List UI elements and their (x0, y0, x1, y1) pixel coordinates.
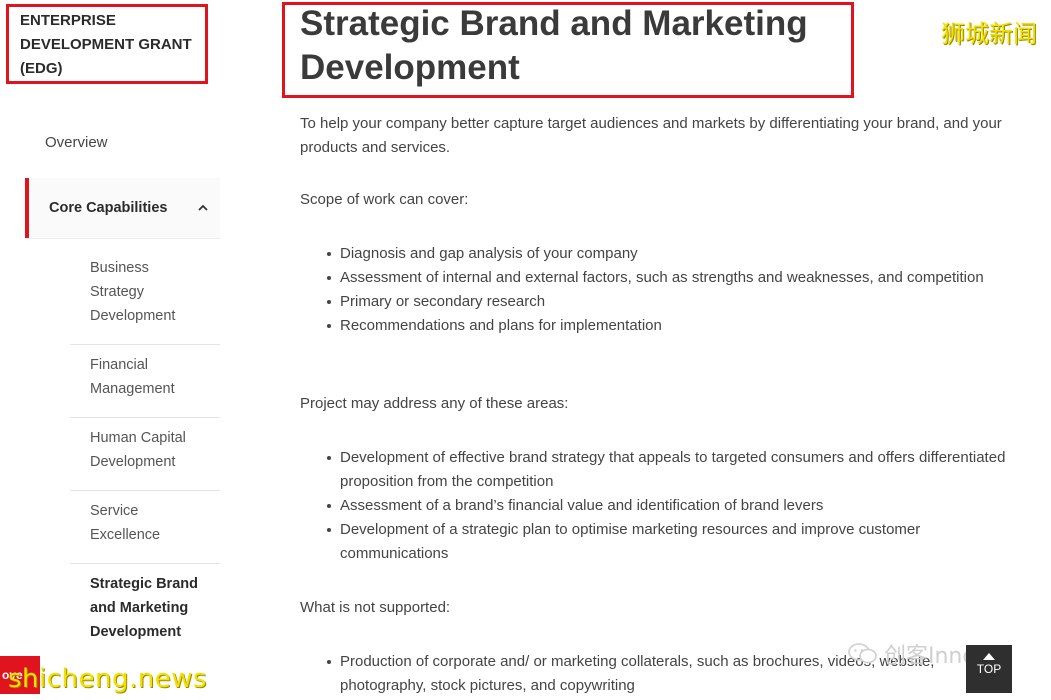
grant-title-line: ENTERPRISE (20, 12, 116, 29)
list-item: Primary or secondary research (300, 290, 984, 314)
sidebar: ENTERPRISE DEVELOPMENT GRANT (EDG) Overv… (0, 0, 232, 700)
sidebar-item-overview[interactable]: Overview (45, 134, 108, 151)
subnav-item-business-strategy[interactable]: Business Strategy Development (70, 248, 220, 345)
subnav-item-strategic-brand[interactable]: Strategic Brand and Marketing Developmen… (70, 564, 220, 660)
grant-title-line: (EDG) (20, 60, 63, 77)
list-item: Assessment of internal and external fact… (300, 266, 984, 290)
list-item: Assessment of a brand’s financial value … (300, 494, 1020, 518)
core-capabilities-subnav: Business Strategy Development Financial … (70, 248, 220, 660)
chevron-up-icon (198, 204, 208, 211)
back-to-top-label: TOP (976, 662, 1002, 676)
not-supported-heading: What is not supported: (300, 599, 451, 616)
back-to-top-button[interactable]: TOP (966, 645, 1012, 693)
watermark-top: 狮城新闻 (941, 20, 1037, 48)
grant-title-line: DEVELOPMENT GRANT (20, 36, 192, 53)
subnav-item-service-excellence[interactable]: Service Excellence (70, 491, 220, 564)
sidebar-item-label: Core Capabilities (49, 200, 168, 216)
arrow-up-icon (983, 653, 995, 660)
list-item: Recommendations and plans for implementa… (300, 314, 984, 338)
list-item: Development of a strategic plan to optim… (300, 518, 1020, 566)
areas-heading: Project may address any of these areas: (300, 395, 569, 412)
subnav-item-financial-management[interactable]: Financial Management (70, 345, 220, 418)
scope-heading: Scope of work can cover: (300, 191, 469, 208)
wechat-icon (848, 643, 877, 664)
list-item: Development of effective brand strategy … (300, 446, 1020, 494)
sidebar-item-core-capabilities[interactable]: Core Capabilities (25, 178, 220, 238)
page-title: Strategic Brand and Marketing Developmen… (300, 4, 808, 87)
intro-paragraph: To help your company better capture targ… (300, 115, 1002, 156)
areas-list: Development of effective brand strategy … (300, 446, 1020, 566)
list-item: Diagnosis and gap analysis of your compa… (300, 242, 984, 266)
subnav-item-human-capital[interactable]: Human Capital Development (70, 418, 220, 491)
watermark-bottom: shicheng.news (8, 664, 208, 694)
grant-title: ENTERPRISE DEVELOPMENT GRANT (EDG) (6, 4, 208, 84)
scope-list: Diagnosis and gap analysis of your compa… (300, 242, 984, 338)
